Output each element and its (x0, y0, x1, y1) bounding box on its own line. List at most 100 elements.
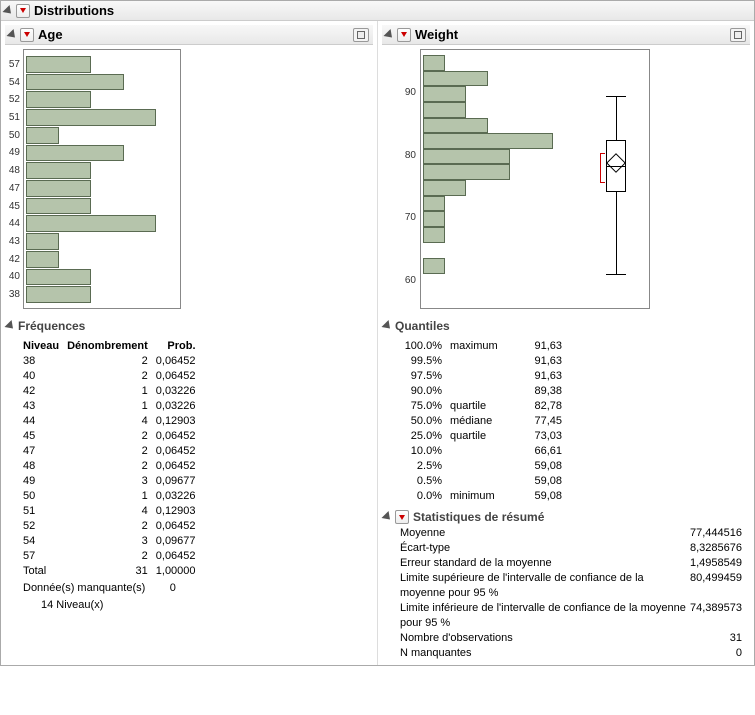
table-row: 75.0%quartile82,78 (398, 399, 568, 414)
axis-tick: 50 (2, 130, 20, 141)
axis-tick: 54 (2, 77, 20, 88)
weight-column: Weight 90807060 (377, 21, 754, 665)
frequences-title: Fréquences (18, 319, 85, 333)
histogram-bar (26, 74, 124, 91)
histogram-bar (26, 56, 91, 73)
histogram-bar (26, 180, 91, 197)
stats-row: Moyenne77,444516 (382, 526, 750, 541)
axis-tick: 70 (398, 212, 416, 223)
histogram-bar (26, 269, 91, 286)
table-row: 97.5%91,63 (398, 369, 568, 384)
histogram-bar (423, 227, 445, 243)
frequences-table: Niveau Dénombrement Prob. 3820,064524020… (21, 339, 373, 579)
age-column: Age 5754525150494847454443424038 Fréquen… (1, 21, 377, 665)
histogram-bar (423, 180, 466, 196)
histogram-bar (423, 86, 466, 102)
table-row: 99.5%91,63 (398, 354, 568, 369)
total-row: Total311,00000 (21, 564, 202, 579)
table-row: 25.0%quartile73,03 (398, 429, 568, 444)
axis-tick: 40 (2, 271, 20, 282)
distributions-header: Distributions (1, 1, 754, 21)
table-row: 0.5%59,08 (398, 474, 568, 489)
stats-title: Statistiques de résumé (413, 510, 544, 524)
axis-tick: 45 (2, 201, 20, 212)
axis-tick: 60 (398, 275, 416, 286)
table-row: 4820,06452 (21, 459, 202, 474)
histogram-bar (26, 198, 91, 215)
table-row: 4520,06452 (21, 429, 202, 444)
table-row: 100.0%maximum91,63 (398, 339, 568, 354)
stats-row: Nombre d'observations31 (382, 631, 750, 646)
age-histogram: 5754525150494847454443424038 (23, 49, 181, 309)
col-prob: Prob. (154, 339, 202, 354)
collapse-icon[interactable] (2, 4, 14, 16)
histogram-bar (26, 286, 91, 303)
histogram-bar (423, 55, 445, 71)
axis-tick: 57 (2, 59, 20, 70)
table-row: 90.0%89,38 (398, 384, 568, 399)
stats-table: Moyenne77,444516Écart-type8,3285676Erreu… (382, 526, 750, 661)
weight-header: Weight (382, 25, 750, 45)
table-row: 5010,03226 (21, 489, 202, 504)
table-row: 50.0%médiane77,45 (398, 414, 568, 429)
weight-title: Weight (415, 27, 458, 42)
table-row: 4310,03226 (21, 399, 202, 414)
stats-row: Limite supérieure de l'intervalle de con… (382, 571, 750, 601)
axis-tick: 44 (2, 218, 20, 229)
stats-row: Écart-type8,3285676 (382, 541, 750, 556)
menu-icon[interactable] (20, 28, 34, 42)
collapse-icon[interactable] (6, 28, 18, 40)
popout-icon[interactable] (353, 28, 369, 42)
histogram-bar (26, 91, 91, 108)
table-row: 5220,06452 (21, 519, 202, 534)
menu-icon[interactable] (16, 4, 30, 18)
stats-row: Limite inférieure de l'intervalle de con… (382, 601, 750, 631)
stats-row: N manquantes0 (382, 646, 750, 661)
age-title: Age (38, 27, 63, 42)
menu-icon[interactable] (397, 28, 411, 42)
popout-icon[interactable] (730, 28, 746, 42)
col-denombrement: Dénombrement (65, 339, 154, 354)
frequences-header: Fréquences (5, 317, 373, 335)
table-row: 4440,12903 (21, 414, 202, 429)
histogram-bar (423, 196, 445, 212)
col-niveau: Niveau (21, 339, 65, 354)
quantiles-header: Quantiles (382, 317, 750, 335)
table-row: 5430,09677 (21, 534, 202, 549)
axis-tick: 48 (2, 165, 20, 176)
axis-tick: 43 (2, 236, 20, 247)
histogram-bar (423, 211, 445, 227)
table-row: 10.0%66,61 (398, 444, 568, 459)
histogram-bar (26, 233, 59, 250)
quantiles-table: 100.0%maximum91,6399.5%91,6397.5%91,6390… (398, 339, 750, 504)
columns: Age 5754525150494847454443424038 Fréquen… (1, 21, 754, 665)
histogram-bar (26, 215, 156, 232)
axis-tick: 52 (2, 94, 20, 105)
table-row: 5140,12903 (21, 504, 202, 519)
table-row: 4720,06452 (21, 444, 202, 459)
table-row: 4210,03226 (21, 384, 202, 399)
collapse-icon[interactable] (381, 511, 393, 523)
collapse-icon[interactable] (381, 320, 393, 332)
distributions-panel: Distributions Age 5754525150494847454443… (0, 0, 755, 666)
missing-row: Donnée(s) manquante(s) 0 (23, 581, 373, 596)
collapse-icon[interactable] (4, 320, 16, 332)
histogram-bar (423, 164, 510, 180)
collapse-icon[interactable] (383, 28, 395, 40)
histogram-bar (423, 118, 488, 134)
age-header: Age (5, 25, 373, 45)
table-row: 2.5%59,08 (398, 459, 568, 474)
stats-row: Erreur standard de la moyenne1,4958549 (382, 556, 750, 571)
axis-tick: 49 (2, 147, 20, 158)
quantiles-title: Quantiles (395, 319, 450, 333)
menu-icon[interactable] (395, 510, 409, 524)
axis-tick: 42 (2, 254, 20, 265)
table-row: 4930,09677 (21, 474, 202, 489)
histogram-bar (423, 149, 510, 165)
histogram-bar (423, 133, 553, 149)
axis-tick: 51 (2, 112, 20, 123)
histogram-bar (26, 145, 124, 162)
histogram-bar (26, 162, 91, 179)
table-row: 4020,06452 (21, 369, 202, 384)
axis-tick: 38 (2, 289, 20, 300)
